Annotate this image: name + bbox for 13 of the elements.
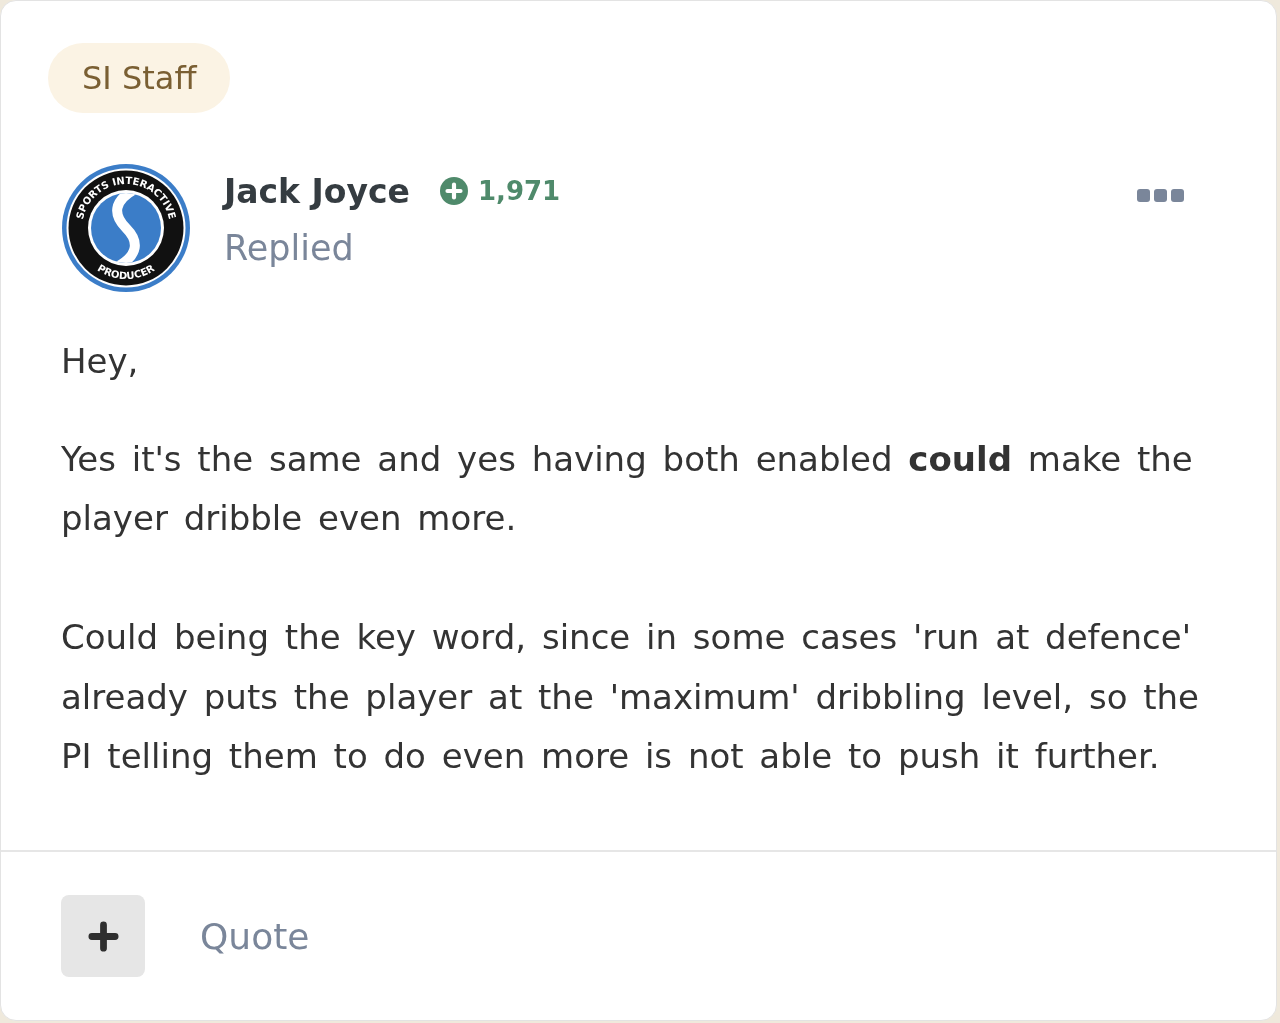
staff-badge: SI Staff <box>48 43 231 113</box>
post-paragraph: Could being the key word, since in some cases 'run at defence' already puts the player at the 'maximum' dribbling level, so the PI telling them to do even more is not able to push it further. <box>61 616 1201 778</box>
logo-text: PRODUCER <box>95 262 157 282</box>
plus-circle-icon <box>439 177 468 205</box>
post-paragraph: Hey, <box>61 340 140 383</box>
more-options-icon[interactable] <box>1137 188 1184 203</box>
quote-button[interactable]: Quote <box>200 915 310 957</box>
post-action-label: Replied <box>224 227 354 270</box>
post-paragraph: Yes it's the same and yes having both enabled could make the player dribble even more. <box>61 437 1194 540</box>
reaction-button[interactable] <box>61 895 145 977</box>
author-name[interactable]: Jack Joyce <box>224 171 410 211</box>
plus-icon <box>87 920 119 952</box>
reputation-count: 1,971 <box>477 176 561 206</box>
